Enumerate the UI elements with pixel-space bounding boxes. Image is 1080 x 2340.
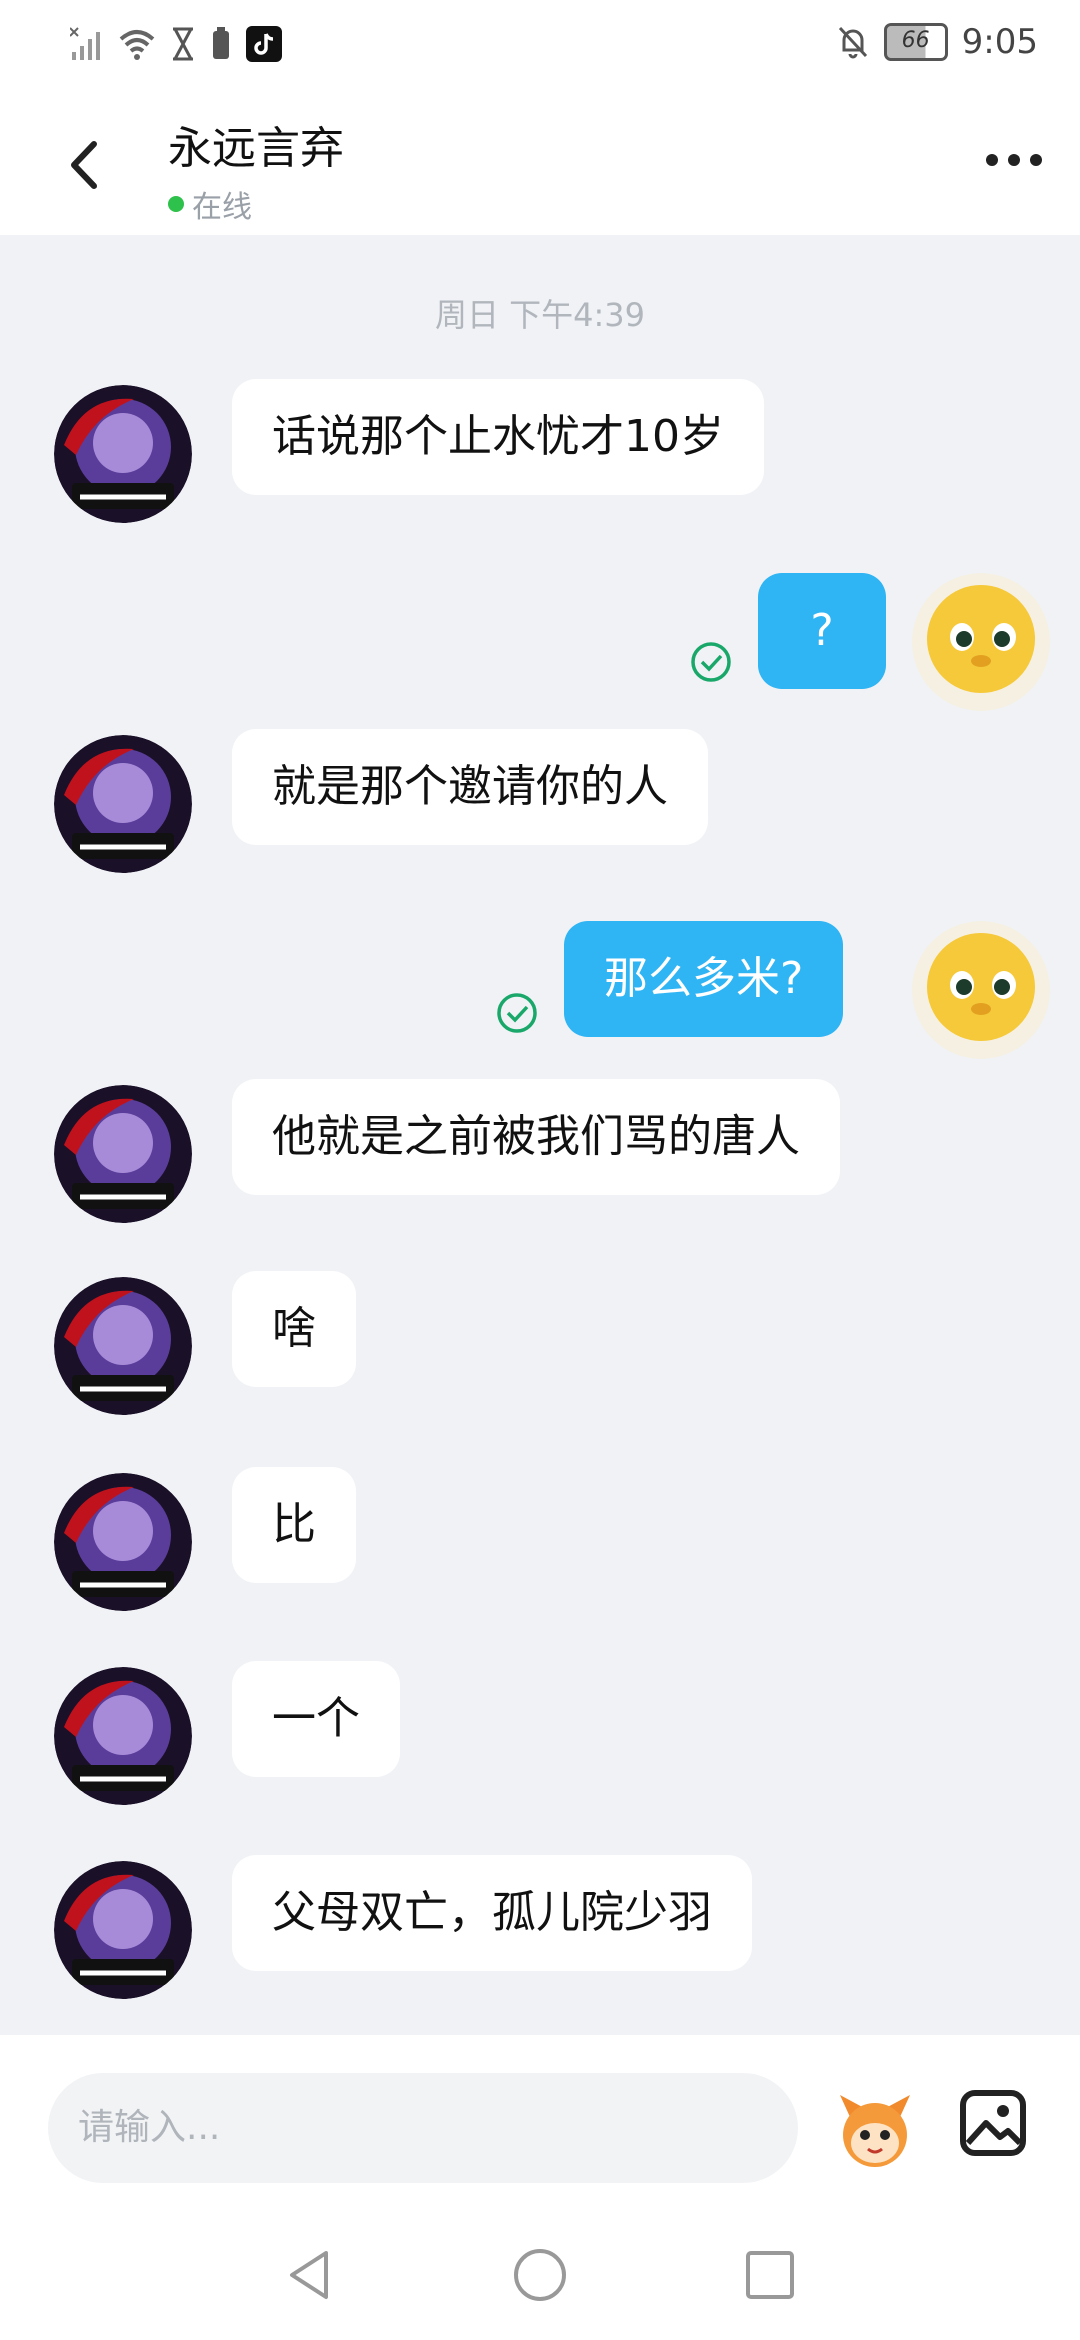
home-circle-icon[interactable] — [510, 2245, 570, 2305]
clock: 9:05 — [961, 22, 1038, 62]
online-status: 在线 — [168, 182, 344, 226]
contact-avatar[interactable] — [54, 1667, 192, 1805]
system-nav-bar — [0, 2215, 1080, 2340]
chevron-left-icon[interactable] — [60, 130, 110, 200]
contact-avatar[interactable] — [54, 735, 192, 873]
status-bar-left — [70, 26, 282, 62]
outgoing-message[interactable]: ? — [758, 573, 886, 689]
status-bar: 66 9:05 — [0, 0, 1080, 90]
incoming-message[interactable]: 父母双亡，孤儿院少羽 — [232, 1855, 752, 1971]
incoming-message[interactable]: 就是那个邀请你的人 — [232, 729, 708, 845]
more-dots-icon[interactable] — [984, 145, 1044, 175]
chat-screen: 66 9:05 永远言弃 在线 周日 下午4:39 话说那个止水忧才10岁 ? … — [0, 0, 1080, 2340]
incoming-message[interactable]: 他就是之前被我们骂的唐人 — [232, 1079, 840, 1195]
contact-name: 永远言弃 — [168, 123, 344, 174]
wifi-icon — [119, 30, 155, 60]
back-triangle-icon[interactable] — [280, 2245, 340, 2305]
read-check-icon — [497, 993, 537, 1033]
online-dot-icon — [168, 196, 184, 212]
mascot-emoji-icon[interactable] — [832, 2087, 918, 2173]
hourglass-icon — [173, 27, 193, 61]
contact-info[interactable]: 永远言弃 在线 — [168, 112, 344, 226]
message-list[interactable]: 周日 下午4:39 话说那个止水忧才10岁 ? 就是那个邀请你的人 那么多米? … — [0, 235, 1080, 2035]
incoming-message[interactable]: 比 — [232, 1467, 356, 1583]
my-avatar[interactable] — [912, 573, 1050, 711]
input-bar: 请输入... — [0, 2035, 1080, 2215]
signal-icon — [70, 27, 100, 60]
contact-avatar[interactable] — [54, 1473, 192, 1611]
incoming-message[interactable]: 一个 — [232, 1661, 400, 1777]
message-timestamp: 周日 下午4:39 — [434, 296, 646, 334]
contact-avatar[interactable] — [54, 1861, 192, 1999]
outgoing-message[interactable]: 那么多米? — [564, 921, 844, 1037]
contact-avatar[interactable] — [54, 1085, 192, 1223]
mute-bell-icon — [838, 26, 867, 59]
incoming-message[interactable]: 啥 — [232, 1271, 356, 1387]
online-status-label: 在线 — [192, 190, 252, 225]
my-avatar[interactable] — [912, 921, 1050, 1059]
contact-avatar[interactable] — [54, 385, 192, 523]
message-input[interactable]: 请输入... — [48, 2073, 798, 2183]
tiktok-icon — [246, 26, 282, 62]
recents-square-icon[interactable] — [740, 2245, 800, 2305]
battery-indicator: 66 — [883, 23, 948, 61]
read-check-icon — [691, 642, 731, 682]
chat-header: 永远言弃 在线 — [0, 90, 1080, 235]
status-bar-right: 66 9:05 — [836, 22, 1038, 62]
battery-saver-icon — [213, 27, 229, 59]
image-icon[interactable] — [958, 2087, 1028, 2159]
contact-avatar[interactable] — [54, 1277, 192, 1415]
incoming-message[interactable]: 话说那个止水忧才10岁 — [232, 379, 764, 495]
